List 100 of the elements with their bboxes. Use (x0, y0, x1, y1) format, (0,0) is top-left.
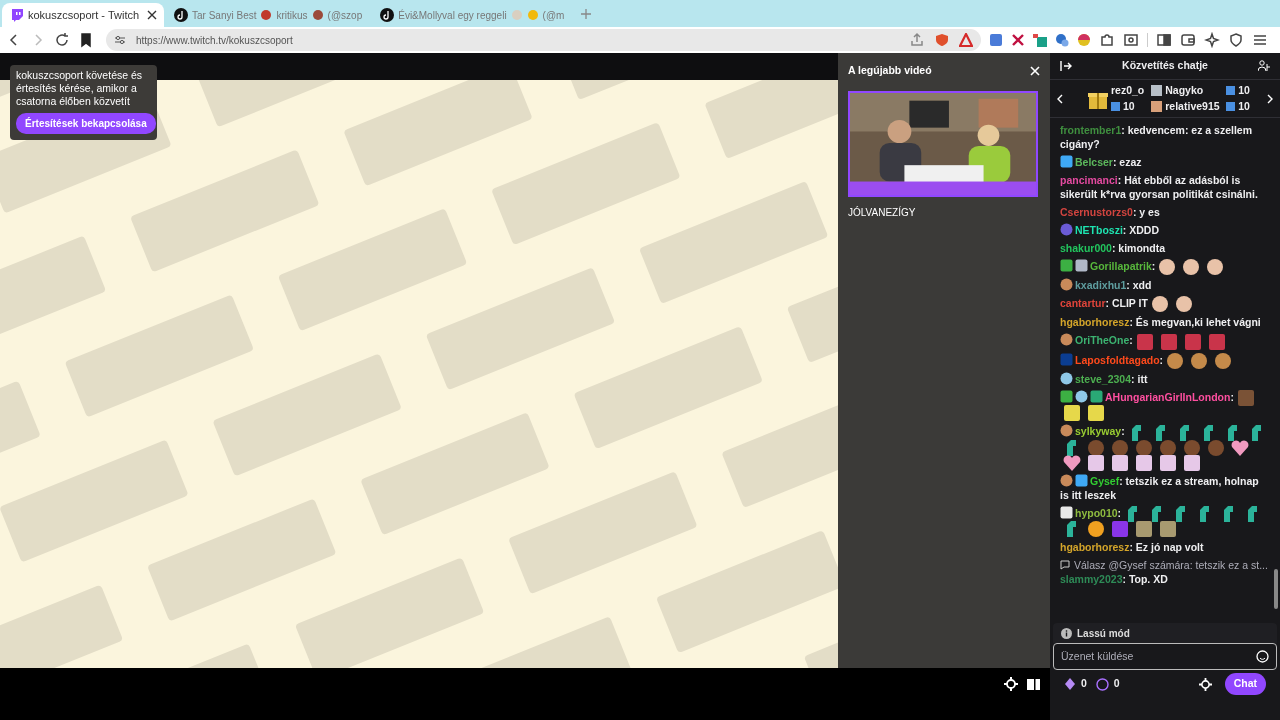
emote-icon (1158, 452, 1178, 473)
gift-count: 10 (1238, 98, 1250, 114)
tab-title: kokuszcsoport - Twitch (28, 7, 140, 23)
popup-text: kokuszcsoport követése és értesítés kérése, amikor a csatorna élőben közvetít (16, 69, 144, 108)
message-input[interactable]: Üzenet küldése (1053, 643, 1277, 670)
chat-message: steve_2304: itt (1060, 371, 1270, 386)
notifications-button[interactable]: Értesítések bekapcsolása (16, 113, 156, 134)
translate-icon (989, 33, 1003, 47)
emote-icon (1213, 350, 1234, 371)
gifter-name: relative915 (1165, 98, 1221, 114)
emote-icon (1182, 452, 1202, 473)
x-icon (1011, 33, 1025, 47)
slow-mode-label: Lassú mód (1077, 626, 1130, 641)
emoji-icon (311, 9, 324, 21)
tab-title: Évi&Mollyval egy reggeli (398, 8, 507, 23)
tab-title: Tar Sanyi Best (192, 8, 257, 23)
emote-icon (1235, 388, 1256, 409)
chat-badge-icon (1060, 505, 1073, 519)
chat-username[interactable]: Gorillapatrik (1090, 260, 1152, 272)
chat-message: Csernustorzs0: y es (1060, 205, 1161, 219)
chat-badge-icon (1060, 223, 1073, 236)
message-input-field[interactable]: Üzenet küldése (1061, 648, 1256, 665)
video-title[interactable]: JÓLVANEZÍGY (848, 204, 1040, 220)
chat-badge-icon (1075, 473, 1088, 487)
chat-message: kxadixhu1: xdd (1060, 278, 1270, 293)
emoji-icon (510, 9, 523, 21)
tab-title: (@m (542, 8, 565, 23)
emote-icon (1110, 519, 1130, 540)
emote-icon (1134, 452, 1154, 473)
chat-button[interactable]: Chat (1224, 673, 1266, 695)
tab-title: (@szop (327, 8, 363, 23)
info-icon (1061, 627, 1072, 639)
emote-icon (1158, 331, 1179, 352)
chat-message: frontember1: kedvencem: ez a szellem cigány? (1060, 123, 1253, 151)
chat-username[interactable]: NETboszi (1075, 224, 1123, 236)
emote-icon (1086, 452, 1106, 473)
shield-icon (935, 33, 949, 47)
chat-message: Belcser: ezaz (1060, 155, 1270, 169)
panel-heading: A legújabb videó (848, 63, 932, 78)
users-icon (1258, 60, 1270, 72)
chat-username[interactable]: Laposfoldtagado (1075, 353, 1160, 366)
emote-icon (1182, 437, 1202, 458)
chat-message: sylkyway: (1060, 424, 1270, 470)
emote-icon (1158, 519, 1178, 540)
extension-icon (1055, 33, 1069, 47)
emote-icon (1158, 437, 1178, 458)
chat-badge-icon (1060, 352, 1073, 366)
shield-icon[interactable] (1228, 32, 1244, 48)
chat-username[interactable]: shakur000 (1060, 242, 1112, 254)
emote-icon (1206, 331, 1227, 352)
emote-icon (1110, 437, 1130, 458)
chat-message: shakur000: kimondta (1060, 241, 1167, 255)
tab-title: kritikus (276, 8, 308, 23)
chat-username[interactable]: hypo010 (1075, 506, 1118, 519)
bookmark-icon[interactable] (78, 32, 94, 48)
reader-icon[interactable] (1123, 32, 1139, 48)
chat-message: hgaborhoresz: És megvan,ki lehet vágni (1060, 315, 1262, 330)
chat-username[interactable]: Csernustorzs0 (1060, 206, 1133, 218)
address-bar[interactable]: https://www.twitch.tv/kokuszcsoport (106, 29, 981, 51)
chat-message: AHungarianGirlInLondon: (1060, 389, 1270, 421)
reply-text: Válasz @Gysef számára: tetszik ez a st... (1074, 558, 1268, 573)
points-count: 0 (1113, 676, 1120, 692)
browser-tab[interactable]: Évi&Mollyval egy reggeli (@m (372, 3, 573, 27)
extension-icon (1077, 33, 1091, 47)
chat-badge-icon (1060, 473, 1073, 487)
browser-tab[interactable]: kokuszcsoport - Twitch (2, 3, 164, 27)
theater-mode-icon (1027, 677, 1040, 691)
chat-message: Laposfoldtagado: (1060, 352, 1270, 368)
collapse-icon (1060, 60, 1072, 72)
sparkle-icon[interactable] (1204, 32, 1220, 48)
chat-message: cantartur: CLIP IT (1060, 296, 1270, 312)
close-icon (147, 10, 158, 20)
wallet-icon[interactable] (1180, 32, 1196, 48)
chat-message: OriTheOne: (1060, 333, 1270, 349)
chat-message: slammy2023: Top. XD (1060, 572, 1169, 587)
chat-badge-icon (1060, 259, 1073, 272)
chevron-right-icon (1266, 93, 1274, 104)
chat-badge-icon (1090, 389, 1103, 403)
share-icon[interactable] (909, 32, 925, 48)
chat-message: pancimanci: Hát ebből az adásból is sikerült k*rva gyorsan politikát csinálni. (1060, 173, 1259, 201)
close-icon (1030, 65, 1040, 76)
emote-icon (1206, 437, 1226, 458)
chat-title: Közvetítés chatje (1121, 58, 1209, 74)
chat-username[interactable]: Belcser (1075, 156, 1113, 168)
emoji-icon (1256, 650, 1269, 663)
chat-username[interactable]: cantartur (1060, 297, 1106, 310)
chevron-left-icon (1056, 93, 1064, 104)
menu-icon[interactable] (1252, 32, 1268, 48)
chat-username[interactable]: pancimanci (1060, 174, 1118, 186)
emote-icon (1086, 437, 1106, 458)
settings-icon (1004, 677, 1018, 691)
reload-icon[interactable] (54, 32, 70, 48)
emoji-icon (260, 9, 273, 21)
browser-tab[interactable]: Tar Sanyi Best kritikus (@szop (166, 3, 371, 27)
emote-icon (1134, 519, 1154, 540)
chat-badge-icon (1060, 333, 1073, 347)
emote-icon (1134, 331, 1155, 352)
emote-icon (1181, 257, 1202, 278)
emote-icon (1189, 350, 1210, 371)
sidebar-icon[interactable] (1156, 32, 1172, 48)
